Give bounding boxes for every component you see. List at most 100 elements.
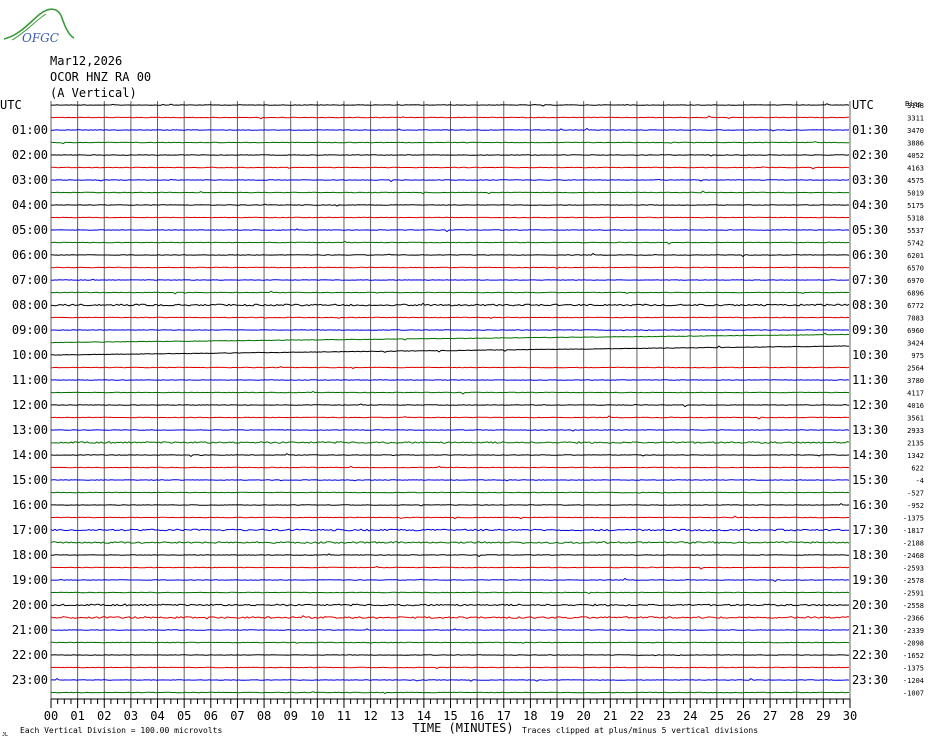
bias-value: 3780 (907, 377, 924, 385)
x-tick-label: 04 (150, 709, 164, 723)
x-tick-label: 25 (710, 709, 724, 723)
bias-value: 6201 (907, 252, 924, 260)
bias-value: -1375 (903, 515, 924, 523)
bias-value: -2098 (903, 640, 924, 648)
left-time-label: 14:00 (12, 448, 48, 462)
footer-corner-mark: JL (2, 732, 8, 738)
x-tick-label: 21 (603, 709, 617, 723)
bias-value: -2339 (903, 627, 924, 635)
bias-value: -1817 (903, 527, 924, 535)
left-time-label: 11:00 (12, 373, 48, 387)
left-time-label: 02:00 (12, 148, 48, 162)
bias-value: -2468 (903, 552, 924, 560)
right-time-label: 07:30 (852, 273, 888, 287)
right-time-label: 02:30 (852, 148, 888, 162)
x-tick-label: 24 (683, 709, 697, 723)
x-tick-label: 00 (44, 709, 58, 723)
right-time-label: 08:30 (852, 298, 888, 312)
left-time-label: 16:00 (12, 498, 48, 512)
bias-value: -2558 (903, 602, 924, 610)
bias-value: 5318 (907, 215, 924, 223)
bias-value: -1375 (903, 665, 924, 673)
right-time-label: 10:30 (852, 348, 888, 362)
bias-value: 5175 (907, 202, 924, 210)
right-time-label: 14:30 (852, 448, 888, 462)
right-time-label: 11:30 (852, 373, 888, 387)
bias-value: 6970 (907, 277, 924, 285)
bias-value: 3424 (907, 340, 924, 348)
bias-value: -1652 (903, 652, 924, 660)
left-time-label: 15:00 (12, 473, 48, 487)
left-time-label: 22:00 (12, 648, 48, 662)
x-tick-label: 19 (550, 709, 564, 723)
x-tick-label: 03 (124, 709, 138, 723)
x-tick-label: 11 (337, 709, 351, 723)
x-tick-label: 01 (70, 709, 84, 723)
bias-value: 3886 (907, 140, 924, 148)
left-time-label: 06:00 (12, 248, 48, 262)
left-time-label: 17:00 (12, 523, 48, 537)
bias-value: 622 (911, 465, 924, 473)
bias-value: -4 (916, 477, 924, 485)
x-tick-label: 12 (363, 709, 377, 723)
bias-value: 4052 (907, 152, 924, 160)
left-time-label: 13:00 (12, 423, 48, 437)
bias-value: -2593 (903, 565, 924, 573)
left-time-label: 05:00 (12, 223, 48, 237)
bias-value: 4163 (907, 165, 924, 173)
bias-value: -527 (907, 490, 924, 498)
x-tick-label: 05 (177, 709, 191, 723)
x-tick-label: 26 (736, 709, 750, 723)
bias-value: -952 (907, 502, 924, 510)
x-tick-label: 09 (283, 709, 297, 723)
left-time-label: 08:00 (12, 298, 48, 312)
right-time-label: 13:30 (852, 423, 888, 437)
right-time-label: 04:30 (852, 198, 888, 212)
bias-value: 3470 (907, 127, 924, 135)
left-time-label: 12:00 (12, 398, 48, 412)
right-time-label: 22:30 (852, 648, 888, 662)
bias-value: 4575 (907, 177, 924, 185)
x-tick-label: 29 (816, 709, 830, 723)
bias-value: 7083 (907, 315, 924, 323)
x-tick-label: 07 (230, 709, 244, 723)
bias-value: 6960 (907, 327, 924, 335)
left-time-label: 18:00 (12, 548, 48, 562)
left-time-label: 10:00 (12, 348, 48, 362)
footer-clip-note: Traces clipped at plus/minus 5 vertical … (522, 726, 758, 735)
right-time-label: 03:30 (852, 173, 888, 187)
bias-value: 4117 (907, 390, 924, 398)
right-time-label: 01:30 (852, 123, 888, 137)
bias-value: 6570 (907, 265, 924, 273)
left-time-label: 03:00 (12, 173, 48, 187)
bias-value: 975 (911, 352, 924, 360)
left-time-label: 09:00 (12, 323, 48, 337)
x-axis-title: TIME (MINUTES) (412, 721, 513, 735)
right-time-label: 16:30 (852, 498, 888, 512)
x-tick-label: 18 (523, 709, 537, 723)
footer-scale-note: Each Vertical Division = 100.00 microvol… (20, 726, 222, 735)
right-time-label: 05:30 (852, 223, 888, 237)
right-time-label: 23:30 (852, 673, 888, 687)
helicorder-plot: UTC 01:00 02:00 03:00 04:00 05:00 06:00 07:00 08… (0, 98, 924, 738)
bias-value: 4016 (907, 402, 924, 410)
right-time-label: 20:30 (852, 598, 888, 612)
left-time-label: 21:00 (12, 623, 48, 637)
left-time-label: 01:00 (12, 123, 48, 137)
bias-value: 5019 (907, 190, 924, 198)
bias-value: -2188 (903, 540, 924, 548)
x-tick-label: 28 (790, 709, 804, 723)
bias-value: 2135 (907, 440, 924, 448)
bias-value: 3561 (907, 415, 924, 423)
bias-value: 3148 (907, 102, 924, 110)
right-time-label: UTC (852, 98, 874, 112)
bias-value: 2564 (907, 365, 924, 373)
x-tick-label: 10 (310, 709, 324, 723)
x-tick-label: 20 (576, 709, 590, 723)
x-tick-label: 22 (630, 709, 644, 723)
bias-value: 6896 (907, 290, 924, 298)
bias-value: 1342 (907, 452, 924, 460)
right-time-label: 19:30 (852, 573, 888, 587)
right-time-label: 06:30 (852, 248, 888, 262)
x-tick-label: 23 (656, 709, 670, 723)
